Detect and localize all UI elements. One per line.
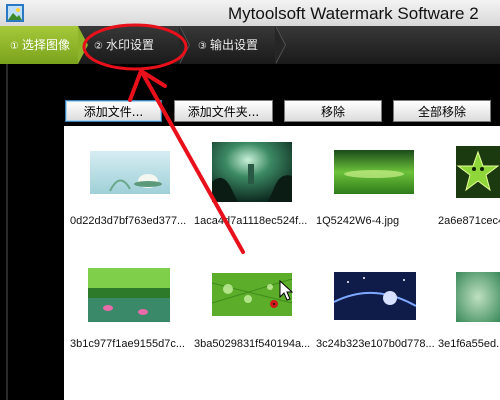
mouse-cursor-icon xyxy=(279,280,293,301)
image-name: 3ba5029831f540194a... xyxy=(194,338,311,350)
watermark-logo: Bai 经验 jingyan.baidu.com xyxy=(380,355,480,385)
title-bar: Mytoolsoft Watermark Software 2 xyxy=(0,0,500,27)
image-name: 1Q5242W6-4.jpg xyxy=(316,215,400,227)
remove-all-button[interactable]: 全部移除 xyxy=(393,100,491,122)
remove-button[interactable]: 移除 xyxy=(284,100,382,122)
image-name: 2a6e871cec4... xyxy=(438,215,500,227)
watermark-url: jingyan.baidu.com xyxy=(380,375,481,385)
step-number: ② xyxy=(94,41,103,52)
step-number: ① xyxy=(10,41,19,52)
image-thumbnail[interactable] xyxy=(212,142,292,202)
tab-output-settings[interactable]: ③ 输出设置 xyxy=(188,26,258,64)
app-icon xyxy=(6,4,24,22)
image-thumbnail[interactable] xyxy=(334,150,414,194)
add-folder-button[interactable]: 添加文件夹... xyxy=(174,100,273,122)
wizard-steps: ① 选择图像 ② 水印设置 ③ 输出设置 xyxy=(0,26,500,65)
image-name: 3e1f6a55ed... xyxy=(438,338,500,350)
step-label: 输出设置 xyxy=(209,38,258,52)
step-label: 水印设置 xyxy=(105,38,154,52)
add-files-button[interactable]: 添加文件... xyxy=(65,100,162,122)
step-number: ③ xyxy=(198,41,207,52)
tab-select-images[interactable]: ① 选择图像 xyxy=(0,26,88,64)
step-label: 选择图像 xyxy=(21,38,70,52)
image-thumbnail[interactable] xyxy=(88,268,170,322)
watermark-brand: Bai 经验 xyxy=(380,358,435,374)
window-title: Mytoolsoft Watermark Software 2 xyxy=(228,4,479,23)
image-name: 0d22d3d7bf763ed377... xyxy=(70,215,187,227)
image-thumbnail[interactable] xyxy=(456,272,500,322)
image-name: 3c24b323e107b0d778... xyxy=(316,338,435,350)
left-border xyxy=(6,64,8,400)
image-thumbnail[interactable] xyxy=(334,272,416,320)
step-separator xyxy=(275,26,286,64)
tab-watermark-settings[interactable]: ② 水印设置 xyxy=(84,26,154,64)
image-thumbnail[interactable] xyxy=(90,151,170,194)
image-name: 3b1c977f1ae9155d7c... xyxy=(70,338,185,350)
image-thumbnail[interactable] xyxy=(456,146,500,198)
image-name: 1aca4d7a1118ec524f... xyxy=(194,215,308,227)
